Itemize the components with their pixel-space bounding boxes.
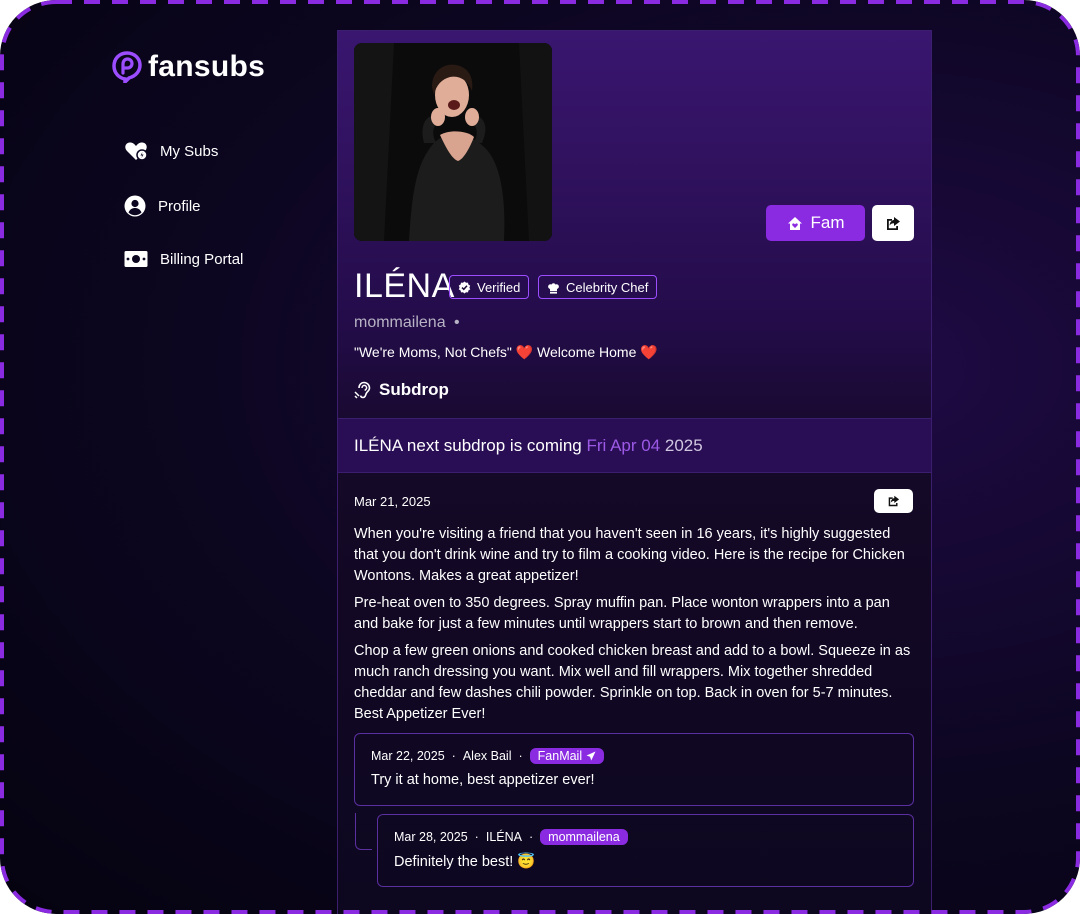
banner-year: 2025 bbox=[660, 435, 703, 455]
verified-badge-label: Verified bbox=[477, 279, 521, 295]
comment-date: Mar 22, 2025 bbox=[371, 749, 445, 763]
profile-bio: "We're Moms, Not Chefs" ❤️ Welcome Home … bbox=[354, 344, 658, 360]
handle-tag: mommailena bbox=[540, 829, 628, 845]
sidebar-item-label: My Subs bbox=[160, 142, 219, 160]
banner-date: Fri Apr 04 bbox=[586, 435, 661, 455]
meta-separator: · bbox=[451, 749, 456, 763]
home-heart-icon bbox=[787, 216, 802, 230]
fansubs-logo-icon bbox=[112, 51, 142, 83]
post-paragraph: When you're visiting a friend that you h… bbox=[354, 526, 905, 584]
profile-handle[interactable]: mommailena • bbox=[354, 314, 460, 332]
banner-prefix: ILÉNA next subdrop is coming bbox=[354, 435, 587, 455]
app-window: fansubs My Subs Profile Billing Portal F… bbox=[0, 0, 1080, 914]
sidebar-item-profile[interactable]: Profile bbox=[124, 195, 201, 217]
share-icon bbox=[888, 495, 900, 507]
profile-panel: Fam ILÉNA Verified Celebrity Chef mommai… bbox=[337, 30, 932, 914]
comment-author[interactable]: ILÉNA bbox=[486, 830, 522, 844]
ear-icon bbox=[354, 381, 371, 399]
post-paragraph: Chop a few green onions and cooked chick… bbox=[354, 643, 911, 722]
share-profile-button[interactable] bbox=[872, 205, 914, 241]
tag-label: FanMail bbox=[537, 749, 583, 763]
meta-separator: · bbox=[518, 749, 523, 763]
comment-text: Definitely the best! 😇 bbox=[394, 854, 536, 870]
comment-author[interactable]: Alex Bail bbox=[463, 749, 512, 763]
comment-date: Mar 28, 2025 bbox=[394, 830, 468, 844]
meta-separator: · bbox=[528, 830, 534, 844]
money-bill-icon bbox=[124, 251, 148, 267]
reply-thread-line bbox=[355, 813, 372, 850]
verified-badge: Verified bbox=[449, 275, 530, 299]
share-post-button[interactable] bbox=[874, 489, 913, 513]
celebrity-chef-badge: Celebrity Chef bbox=[538, 275, 658, 299]
heart-icon bbox=[125, 142, 148, 161]
post-body: When you're visiting a friend that you h… bbox=[354, 524, 916, 731]
fansubs-logo[interactable]: fansubs bbox=[112, 50, 265, 84]
fam-button[interactable]: Fam bbox=[766, 205, 865, 241]
handle-text: mommailena bbox=[354, 314, 446, 331]
sidebar-item-my-subs[interactable]: My Subs bbox=[124, 140, 218, 162]
comment-reply: Mar 28, 2025 · ILÉNA · mommailena Defini… bbox=[377, 814, 914, 887]
comment: Mar 22, 2025 · Alex Bail · FanMail Try i… bbox=[354, 733, 914, 806]
tag-label: mommailena bbox=[548, 830, 620, 844]
paper-plane-icon bbox=[586, 751, 596, 761]
meta-separator: · bbox=[474, 830, 479, 844]
sidebar-item-label: Profile bbox=[158, 197, 201, 215]
brand-name: fansubs bbox=[148, 50, 266, 83]
post-date: Mar 21, 2025 bbox=[354, 494, 431, 509]
profile-name: ILÉNA bbox=[354, 267, 455, 305]
comment-meta: Mar 28, 2025 · ILÉNA · mommailena bbox=[394, 829, 628, 845]
fam-button-label: Fam bbox=[810, 213, 845, 232]
post-paragraph: Pre-heat oven to 350 degrees. Spray muff… bbox=[354, 595, 890, 632]
subdrop-heading: Subdrop bbox=[354, 380, 449, 400]
handle-separator: • bbox=[454, 314, 460, 331]
profile-photo bbox=[354, 43, 552, 241]
fanmail-tag: FanMail bbox=[529, 748, 605, 764]
share-icon bbox=[887, 216, 900, 230]
verified-check-icon bbox=[458, 281, 471, 293]
user-circle-icon bbox=[124, 195, 146, 217]
subdrop-label: Subdrop bbox=[379, 380, 449, 399]
comment-meta: Mar 22, 2025 · Alex Bail · FanMail bbox=[371, 748, 605, 764]
comment-text: Try it at home, best appetizer ever! bbox=[371, 772, 595, 788]
celebrity-chef-badge-label: Celebrity Chef bbox=[566, 279, 649, 295]
sidebar-item-label: Billing Portal bbox=[160, 250, 244, 268]
sidebar-item-billing-portal[interactable]: Billing Portal bbox=[124, 250, 243, 268]
chef-hat-icon bbox=[548, 282, 559, 294]
next-subdrop-banner: ILÉNA next subdrop is coming Fri Apr 04 … bbox=[338, 418, 931, 473]
